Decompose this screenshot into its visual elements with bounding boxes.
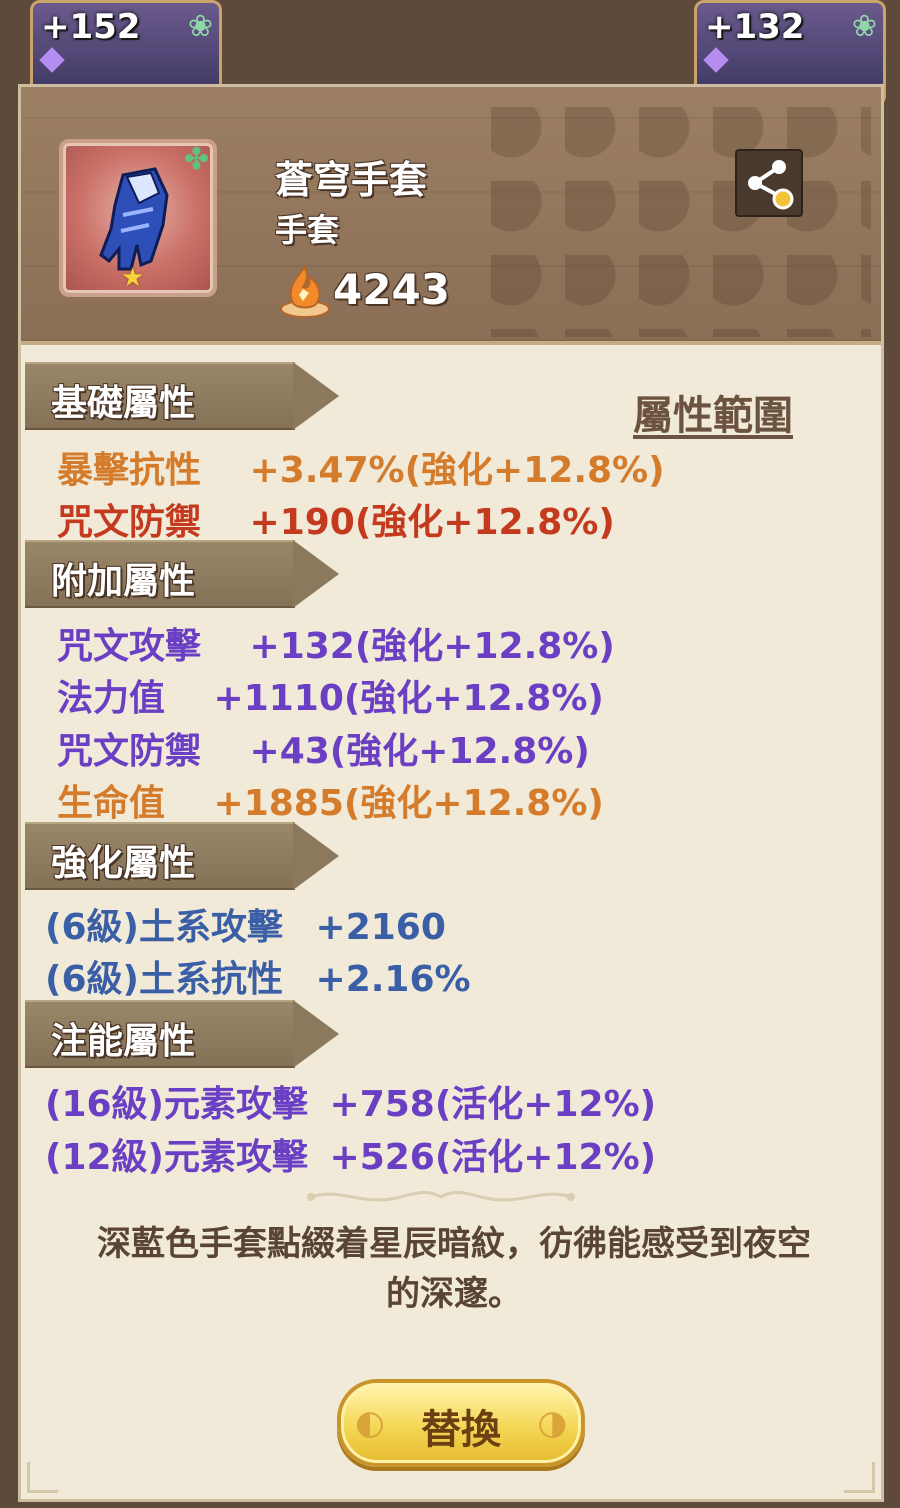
corner-ornament: [844, 1462, 875, 1493]
stat-value: +190(強化+12.8%): [249, 502, 615, 543]
item-description: 深藍色手套點綴着星辰暗紋，彷彿能感受到夜空的深邃。: [97, 1224, 811, 1314]
stat-value: +1110(強化+12.8%): [213, 678, 604, 719]
stat-row: 生命值 +1885(強化+12.8%): [57, 774, 604, 826]
section-extra-attributes: 附加屬性: [25, 540, 339, 608]
card-level: +132: [705, 7, 805, 47]
item-header: ✤ ★ 蒼穹手套 手套 4243: [21, 87, 881, 345]
item-detail-popup: ✤ ★ 蒼穹手套 手套 4243 基礎屬性 屬性範圍 暴擊抗性 +3.47%(強…: [18, 84, 884, 1502]
stat-row: 咒文防禦 +43(強化+12.8%): [57, 722, 590, 774]
stat-value: +1885(強化+12.8%): [213, 783, 604, 824]
combat-power-icon: [280, 265, 330, 318]
attribute-range-link[interactable]: 屬性範圍: [633, 383, 793, 441]
clover-icon: ❀: [187, 9, 213, 44]
combat-power-value: 4243: [333, 265, 450, 314]
header-pattern: [491, 107, 871, 337]
stat-name: 法力值: [57, 678, 166, 719]
stat-name: 咒文攻擊: [57, 626, 202, 667]
stat-value: +3.47%(強化+12.8%): [249, 450, 665, 491]
stat-row: (6級)土系抗性 +2.16%: [45, 950, 471, 1002]
card-level: +152: [41, 7, 141, 47]
stat-row: 暴擊抗性 +3.47%(強化+12.8%): [57, 441, 665, 493]
stat-value: +758(活化+12%): [329, 1084, 657, 1125]
section-title: 注能屬性: [51, 1021, 196, 1062]
stat-name: (16級)元素攻擊: [45, 1084, 309, 1125]
ornament-divider: [307, 1191, 575, 1202]
section-title: 附加屬性: [51, 561, 196, 602]
gem-icon: [703, 47, 729, 73]
stat-value: +43(強化+12.8%): [249, 731, 590, 772]
swirl-icon: ◑: [537, 1403, 567, 1443]
stat-value: +132(強化+12.8%): [249, 626, 615, 667]
section-title: 強化屬性: [51, 843, 196, 884]
stat-name: 暴擊抗性: [57, 450, 202, 491]
stat-row: 咒文攻擊 +132(強化+12.8%): [57, 617, 615, 669]
stat-name: 咒文防禦: [57, 731, 202, 772]
stat-row: 法力值 +1110(強化+12.8%): [57, 669, 604, 721]
replace-button[interactable]: ◐ 替換 ◑: [337, 1379, 585, 1467]
clover-icon: ❀: [851, 9, 877, 44]
stat-value: +2160: [315, 907, 446, 948]
section-enhance-attributes: 強化屬性: [25, 822, 339, 890]
clover-icon: ✤: [183, 142, 209, 177]
star-icon: ★: [121, 263, 145, 293]
section-base-attributes: 基礎屬性: [25, 362, 339, 430]
stat-row: 咒文防禦 +190(強化+12.8%): [57, 493, 615, 545]
share-icon: [748, 160, 794, 210]
stat-name: (6級)土系攻擊: [45, 907, 283, 948]
item-type: 手套: [275, 211, 340, 249]
stat-value: +2.16%: [315, 959, 471, 1000]
gem-icon: [39, 47, 65, 73]
stat-value: +526(活化+12%): [329, 1137, 657, 1178]
share-button[interactable]: [735, 149, 803, 217]
stat-row: (16級)元素攻擊 +758(活化+12%): [45, 1075, 656, 1127]
glove-icon: [99, 167, 169, 271]
stat-name: (12級)元素攻擊: [45, 1137, 309, 1178]
stat-row: (6級)土系攻擊 +2160: [45, 898, 446, 950]
stat-name: 咒文防禦: [57, 502, 202, 543]
stat-name: (6級)土系抗性: [45, 959, 283, 1000]
stat-name: 生命值: [57, 783, 166, 824]
stat-row: (12級)元素攻擊 +526(活化+12%): [45, 1128, 656, 1180]
item-name: 蒼穹手套: [275, 158, 428, 202]
corner-ornament: [27, 1462, 58, 1493]
item-icon[interactable]: ✤ ★: [59, 139, 217, 297]
section-title: 基礎屬性: [51, 383, 196, 424]
section-infuse-attributes: 注能屬性: [25, 1000, 339, 1068]
